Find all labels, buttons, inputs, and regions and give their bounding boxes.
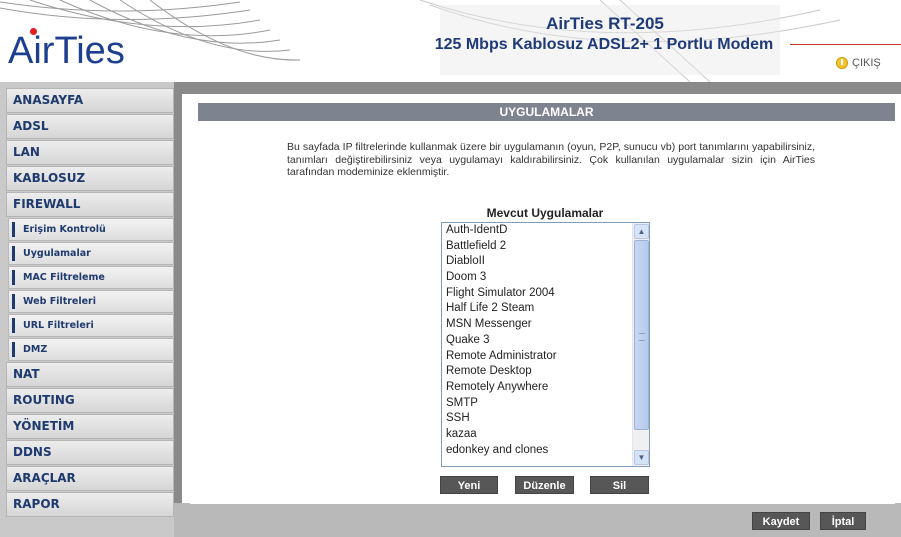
sidebar-subitem-web-filtreleri[interactable]: Web Filtreleri: [8, 290, 174, 313]
list-item[interactable]: DiabloII: [442, 254, 632, 270]
list-item[interactable]: Remote Desktop: [442, 364, 632, 380]
sidebar-item-lan[interactable]: LAN: [6, 140, 174, 165]
sidebar: ANASAYFA ADSL LAN KABLOSUZ FIREWALL Eriş…: [0, 82, 174, 537]
list-item[interactable]: kazaa: [442, 427, 632, 443]
sidebar-item-nat[interactable]: NAT: [6, 362, 174, 387]
sidebar-item-anasayfa[interactable]: ANASAYFA: [6, 88, 174, 113]
list-item[interactable]: Flight Simulator 2004: [442, 286, 632, 302]
list-item[interactable]: Quake 3: [442, 333, 632, 349]
save-button[interactable]: Kaydet: [752, 512, 810, 530]
list-item[interactable]: Battlefield 2: [442, 239, 632, 255]
sidebar-item-kablosuz[interactable]: KABLOSUZ: [6, 166, 174, 191]
model-subtitle: 125 Mbps Kablosuz ADSL2+ 1 Portlu Modem: [434, 36, 774, 53]
listbox-scrollbar[interactable]: ▲ ▼: [632, 223, 649, 466]
sidebar-item-yonetim[interactable]: YÖNETİM: [6, 414, 174, 439]
page-description: Bu sayfada IP filtrelerinde kullanmak üz…: [287, 141, 815, 178]
logout-label: ÇIKIŞ: [852, 57, 881, 69]
cancel-button[interactable]: İptal: [820, 512, 866, 530]
model-title: AirTies RT-205: [546, 14, 664, 33]
airties-logo: AirTies: [8, 30, 125, 72]
list-item[interactable]: edonkey and clones: [442, 443, 632, 459]
sidebar-item-araclar[interactable]: ARAÇLAR: [6, 466, 174, 491]
router-admin-page: AirTies AirTies RT-205 125 Mbps Kablosuz…: [0, 0, 901, 537]
scroll-thumb[interactable]: [634, 240, 649, 430]
sidebar-subitem-erisim-kontrolu[interactable]: Erişim Kontrolü: [8, 218, 174, 241]
sidebar-menu: ANASAYFA ADSL LAN KABLOSUZ FIREWALL Eriş…: [6, 88, 174, 518]
list-item[interactable]: Remote Administrator: [442, 349, 632, 365]
list-item[interactable]: Remotely Anywhere: [442, 380, 632, 396]
list-item[interactable]: Half Life 2 Steam: [442, 301, 632, 317]
delete-button[interactable]: Sil: [590, 476, 649, 494]
list-item[interactable]: SMTP: [442, 396, 632, 412]
list-item[interactable]: SSH: [442, 411, 632, 427]
applications-listbox[interactable]: Auth-IdentD Battlefield 2 DiabloII Doom …: [441, 222, 650, 467]
sidebar-subitem-uygulamalar[interactable]: Uygulamalar: [8, 242, 174, 265]
sidebar-item-firewall[interactable]: FIREWALL: [6, 192, 174, 217]
sidebar-item-rapor[interactable]: RAPOR: [6, 492, 174, 517]
logout-link[interactable]: ÇIKIŞ: [836, 57, 881, 69]
scroll-up-icon[interactable]: ▲: [634, 224, 649, 239]
edit-button[interactable]: Düzenle: [515, 476, 574, 494]
sidebar-subitem-mac-filtreleme[interactable]: MAC Filtreleme: [8, 266, 174, 289]
main-frame-top: [174, 82, 901, 94]
list-item[interactable]: Auth-IdentD: [442, 223, 632, 239]
power-icon: [836, 57, 848, 69]
list-item[interactable]: Doom 3: [442, 270, 632, 286]
applications-list: Auth-IdentD Battlefield 2 DiabloII Doom …: [442, 223, 632, 458]
sidebar-item-adsl[interactable]: ADSL: [6, 114, 174, 139]
sidebar-item-ddns[interactable]: DDNS: [6, 440, 174, 465]
logo-red-dot: [30, 28, 37, 35]
page-title: UYGULAMALAR: [198, 103, 895, 121]
header-divider: [790, 44, 901, 45]
main-frame-left: [174, 82, 182, 537]
sidebar-subitem-url-filtreleri[interactable]: URL Filtreleri: [8, 314, 174, 337]
sidebar-item-routing[interactable]: ROUTING: [6, 388, 174, 413]
applications-list-label: Mevcut Uygulamalar: [486, 206, 604, 220]
header: AirTies AirTies RT-205 125 Mbps Kablosuz…: [0, 0, 901, 82]
list-item[interactable]: MSN Messenger: [442, 317, 632, 333]
new-button[interactable]: Yeni: [440, 476, 498, 494]
scroll-down-icon[interactable]: ▼: [634, 450, 649, 465]
sidebar-subitem-dmz[interactable]: DMZ: [8, 338, 174, 361]
